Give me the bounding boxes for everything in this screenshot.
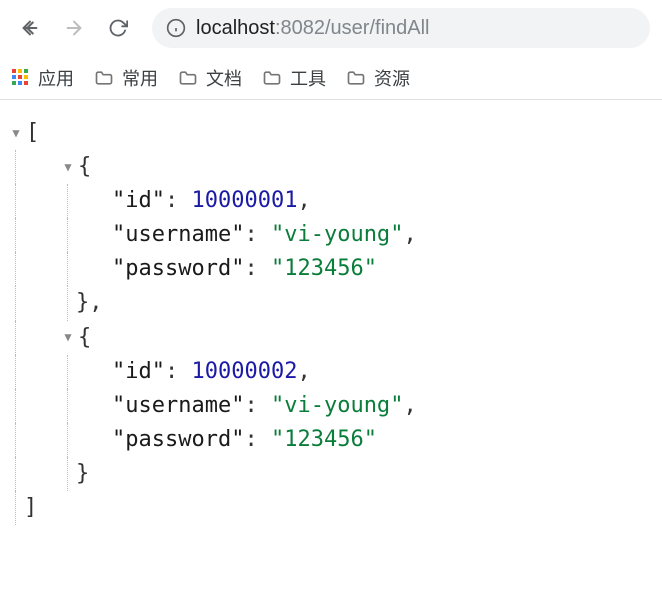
- json-property: "username": "vi-young",: [8, 389, 654, 423]
- json-object-open: ▼{: [8, 150, 654, 184]
- bookmark-folder[interactable]: 文档: [178, 65, 242, 91]
- json-object-close: }: [8, 457, 654, 491]
- json-array-close: ]: [8, 491, 654, 525]
- bookmark-folder[interactable]: 常用: [94, 65, 158, 91]
- address-text: localhost:8082/user/findAll: [196, 17, 430, 40]
- json-property: "id": 10000001,: [8, 184, 654, 218]
- reload-button[interactable]: [100, 10, 136, 46]
- bookmark-folder[interactable]: 资源: [346, 65, 410, 91]
- json-object-close: },: [8, 286, 654, 320]
- toggle-icon[interactable]: ▼: [60, 158, 76, 177]
- json-object-open: ▼{: [8, 321, 654, 355]
- back-button[interactable]: [12, 10, 48, 46]
- address-bar[interactable]: localhost:8082/user/findAll: [152, 8, 650, 48]
- apps-label: 应用: [38, 65, 74, 91]
- json-viewer: ▼[ ▼{ "id": 10000001, "username": "vi-yo…: [0, 100, 662, 541]
- folder-icon: [346, 68, 366, 88]
- folder-icon: [94, 68, 114, 88]
- forward-button[interactable]: [56, 10, 92, 46]
- apps-icon: [12, 69, 30, 87]
- json-array-open: ▼[: [8, 116, 654, 150]
- folder-icon: [262, 68, 282, 88]
- bookmarks-bar: 应用 常用 文档 工具 资源: [0, 56, 662, 100]
- json-property: "username": "vi-young",: [8, 218, 654, 252]
- folder-icon: [178, 68, 198, 88]
- json-property: "id": 10000002,: [8, 355, 654, 389]
- browser-toolbar: localhost:8082/user/findAll: [0, 0, 662, 56]
- bookmark-folder[interactable]: 工具: [262, 65, 326, 91]
- json-property: "password": "123456": [8, 252, 654, 286]
- toggle-icon[interactable]: ▼: [60, 328, 76, 347]
- toggle-icon[interactable]: ▼: [8, 124, 24, 143]
- info-icon[interactable]: [166, 18, 186, 38]
- apps-shortcut[interactable]: 应用: [12, 65, 74, 91]
- json-property: "password": "123456": [8, 423, 654, 457]
